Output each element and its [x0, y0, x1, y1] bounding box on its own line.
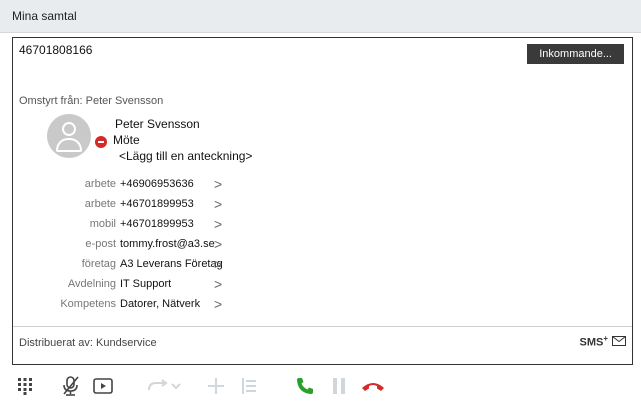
detail-row-department[interactable]: Avdelning IT Support >: [13, 275, 253, 295]
detail-label: arbete: [84, 178, 116, 190]
add-call-icon: [203, 373, 229, 399]
call-panel: 46701808166 Inkommande... Omstyrt från: …: [12, 37, 633, 365]
detail-row-mobile[interactable]: mobil +46701899953 >: [13, 215, 253, 235]
avatar: [47, 114, 91, 158]
email-icon[interactable]: [612, 336, 626, 346]
detail-label: Kompetens: [60, 298, 116, 310]
window-title: Mina samtal: [12, 9, 77, 23]
caller-number: 46701808166: [19, 43, 93, 57]
detail-row-work-phone-1[interactable]: arbete +46906953636 >: [13, 175, 253, 195]
detail-row-competence[interactable]: Kompetens Datorer, Nätverk >: [13, 295, 253, 315]
avatar-body-icon: [56, 138, 82, 152]
detail-value: Datorer, Nätverk: [120, 298, 201, 310]
busy-status-icon: [95, 136, 107, 148]
chevron-right-icon[interactable]: >: [214, 276, 222, 292]
chevron-right-icon[interactable]: >: [214, 176, 222, 192]
chevron-right-icon[interactable]: >: [214, 216, 222, 232]
dialpad-icon[interactable]: [12, 373, 38, 399]
sms-icon[interactable]: SMS+: [579, 334, 608, 349]
detail-value: A3 Leverans Företag: [120, 258, 223, 270]
transfer-icon: [147, 373, 183, 399]
mute-icon[interactable]: [58, 373, 84, 399]
title-bar: Mina samtal: [0, 0, 641, 33]
detail-value: +46906953636: [120, 178, 194, 190]
incoming-button[interactable]: Inkommande...: [527, 44, 624, 64]
add-note-link[interactable]: <Lägg till en anteckning>: [119, 149, 252, 163]
presence-status: Möte: [113, 133, 140, 147]
detail-label: Avdelning: [67, 278, 116, 290]
detail-row-company[interactable]: företag A3 Leverans Företag >: [13, 255, 253, 275]
detail-value: IT Support: [120, 278, 172, 290]
detail-row-email[interactable]: e-post tommy.frost@a3.se >: [13, 235, 253, 255]
avatar-head-icon: [62, 122, 76, 136]
forwarded-from-text: Omstyrt från: Peter Svensson: [19, 95, 164, 107]
answer-icon[interactable]: [292, 373, 318, 399]
detail-label: mobil: [89, 218, 116, 230]
divider: [13, 326, 632, 327]
chevron-right-icon[interactable]: >: [214, 256, 222, 272]
hangup-icon[interactable]: [358, 373, 388, 399]
detail-value: tommy.frost@a3.se: [120, 238, 215, 250]
distributed-by-text: Distribuerat av: Kundservice: [19, 337, 157, 349]
detail-value: +46701899953: [120, 218, 194, 230]
sms-label: SMS: [579, 336, 604, 349]
detail-row-work-phone-2[interactable]: arbete +46701899953 >: [13, 195, 253, 215]
detail-value: +46701899953: [120, 198, 194, 210]
call-toolbar: [0, 366, 641, 405]
screen-share-icon[interactable]: [90, 373, 116, 399]
contact-name[interactable]: Peter Svensson: [115, 117, 200, 131]
chevron-right-icon[interactable]: >: [214, 236, 222, 252]
detail-label: arbete: [84, 198, 116, 210]
chevron-right-icon[interactable]: >: [214, 296, 222, 312]
hold-icon: [326, 373, 352, 399]
detail-label: företag: [81, 258, 116, 270]
detail-label: e-post: [85, 238, 116, 250]
conference-icon: [236, 373, 262, 399]
chevron-right-icon[interactable]: >: [214, 196, 222, 212]
